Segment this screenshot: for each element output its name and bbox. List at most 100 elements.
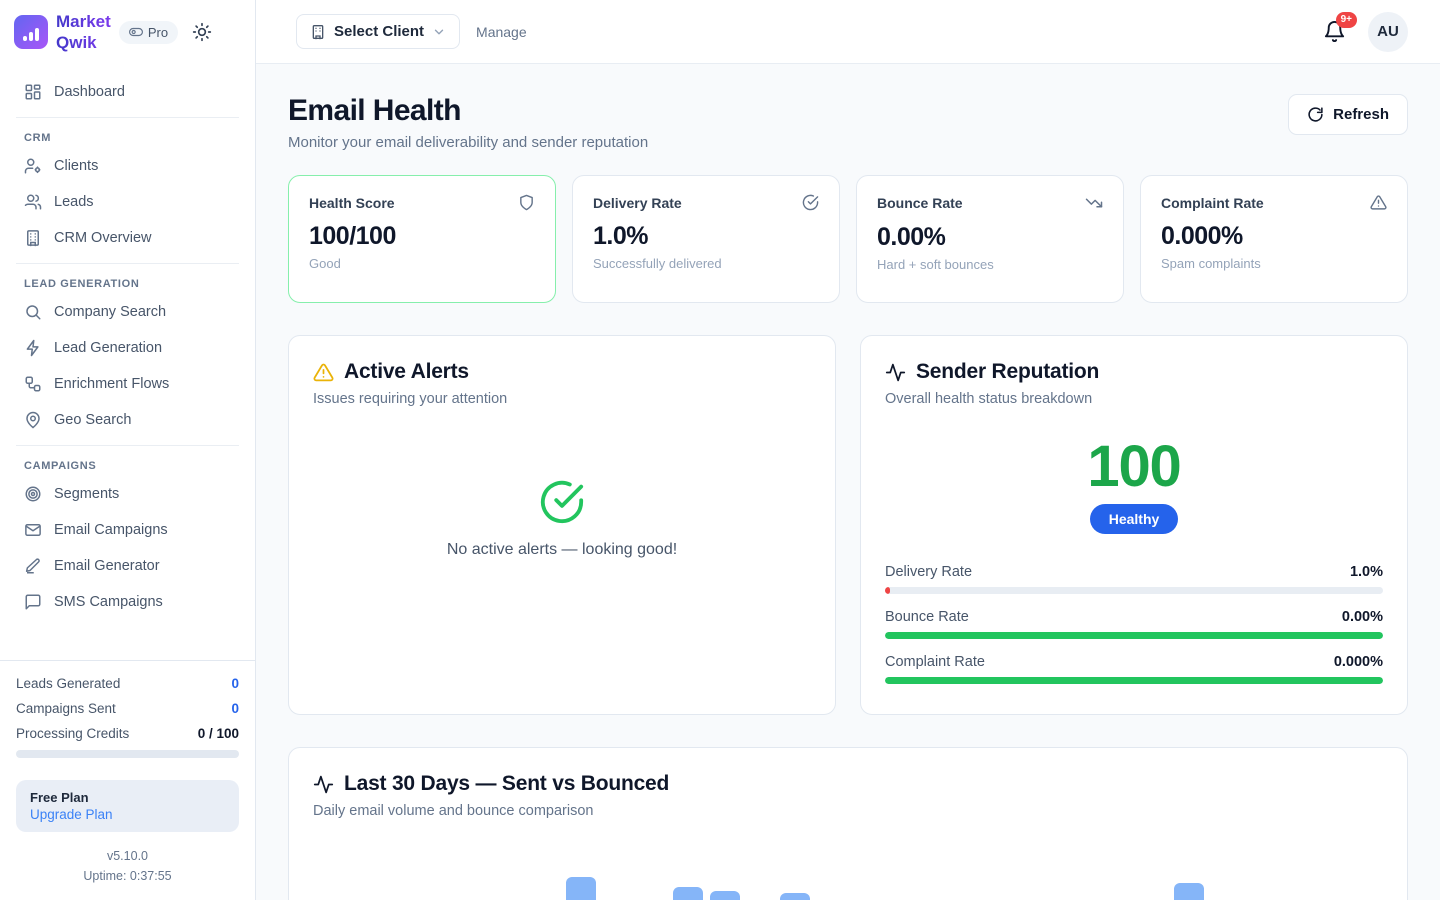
building-icon [310,24,326,40]
shield-icon [518,194,535,211]
theme-toggle-button[interactable] [192,22,212,42]
breakdown-row-bounce: Bounce Rate 0.00% [885,609,1383,639]
notifications-button[interactable]: 9+ [1323,20,1346,43]
status-badge: Healthy [1090,504,1179,534]
breakdown-row-delivery: Delivery Rate 1.0% [885,564,1383,594]
progress-fill [885,632,1383,639]
stat-label: Delivery Rate [593,195,682,211]
usage-label: Campaigns Sent [16,701,116,716]
section-label-campaigns: CAMPAIGNS [24,460,231,472]
usage-value: 0 [231,676,239,691]
divider [16,263,239,264]
app-title-line2: Qwik [56,32,111,53]
stat-card-grid: Health Score 100/100 Good Delivery Rate [288,175,1408,303]
section-label-lead-generation: LEAD GENERATION [24,278,231,290]
sidebar: Market Qwik Pro Dashboard [0,0,256,900]
main-column: Select Client Manage 9+ AU Email Health … [256,0,1440,900]
sidebar-item-company-search[interactable]: Company Search [16,294,239,330]
sidebar-nav: Dashboard CRM Clients Leads CRM O [0,64,255,660]
sidebar-item-sms-campaigns[interactable]: SMS Campaigns [16,584,239,620]
mail-icon [24,521,42,539]
refresh-button[interactable]: Refresh [1288,94,1408,135]
sidebar-usage-stats: Leads Generated 0 Campaigns Sent 0 Proce… [0,660,255,770]
panel-title: Sender Reputation [916,360,1099,384]
sun-icon [192,22,212,42]
users-icon [24,193,42,211]
usage-label: Leads Generated [16,676,120,691]
sidebar-item-label: CRM Overview [54,230,151,246]
sidebar-item-enrichment-flows[interactable]: Enrichment Flows [16,366,239,402]
zap-icon [24,339,42,357]
stat-value: 0.00% [877,223,1103,252]
plan-box: Free Plan Upgrade Plan [16,780,239,832]
target-icon [24,485,42,503]
sidebar-item-label: Geo Search [54,412,131,428]
alerts-empty-state: No active alerts — looking good! [313,479,811,559]
stat-card-health-score: Health Score 100/100 Good [288,175,556,303]
notification-count-badge: 9+ [1336,12,1357,28]
stat-sub: Successfully delivered [593,256,819,271]
warning-triangle-icon [313,362,334,383]
chart-subtitle: Daily email volume and bounce comparison [313,803,1383,819]
stat-sub: Hard + soft bounces [877,257,1103,272]
activity-icon [313,774,334,795]
sidebar-item-lead-generation[interactable]: Lead Generation [16,330,239,366]
divider [16,117,239,118]
stat-card-delivery-rate: Delivery Rate 1.0% Successfully delivere… [572,175,840,303]
select-client-dropdown[interactable]: Select Client [296,14,460,49]
sidebar-item-crm-overview[interactable]: CRM Overview [16,220,239,256]
page-header: Email Health Monitor your email delivera… [288,94,1408,151]
app-version: v5.10.0 [0,846,255,866]
empty-message: No active alerts — looking good! [447,541,677,559]
chevron-down-icon [432,25,446,39]
usage-row-processing-credits: Processing Credits 0 / 100 [16,721,239,746]
user-gear-icon [24,157,42,175]
plan-name: Free Plan [30,790,225,805]
sidebar-item-label: Clients [54,158,98,174]
pro-badge[interactable]: Pro [119,21,178,44]
circle-check-icon [802,194,819,211]
sidebar-item-email-generator[interactable]: Email Generator [16,548,239,584]
usage-value: 0 [231,701,239,716]
dashboard-icon [24,83,42,101]
logo-row: Market Qwik Pro [0,0,255,64]
sidebar-item-label: Company Search [54,304,166,320]
sidebar-item-label: Email Campaigns [54,522,168,538]
progress-track [885,632,1383,639]
map-pin-icon [24,411,42,429]
page-subtitle: Monitor your email deliverability and se… [288,134,648,151]
breakdown-label: Complaint Rate [885,654,985,670]
breakdown-row-complaint: Complaint Rate 0.000% [885,654,1383,684]
building-icon [24,229,42,247]
app-uptime: Uptime: 0:37:55 [0,866,255,886]
sidebar-item-label: SMS Campaigns [54,594,163,610]
sidebar-item-clients[interactable]: Clients [16,148,239,184]
avatar[interactable]: AU [1368,12,1408,52]
sidebar-item-dashboard[interactable]: Dashboard [16,74,239,110]
manage-link[interactable]: Manage [476,24,527,40]
divider [16,445,239,446]
refresh-label: Refresh [1333,106,1389,123]
sidebar-item-label: Leads [54,194,94,210]
stat-sub: Spam complaints [1161,256,1387,271]
sidebar-item-geo-search[interactable]: Geo Search [16,402,239,438]
app-root: Market Qwik Pro Dashboard [0,0,1440,900]
progress-track [885,677,1383,684]
stat-label: Health Score [309,195,395,211]
sidebar-item-label: Enrichment Flows [54,376,169,392]
sidebar-item-email-campaigns[interactable]: Email Campaigns [16,512,239,548]
toggle-icon [129,25,143,39]
stat-sub: Good [309,256,535,271]
progress-track [885,587,1383,594]
breakdown-value: 0.00% [1342,609,1383,625]
topbar: Select Client Manage 9+ AU [256,0,1440,64]
refresh-icon [1307,106,1324,123]
breakdown-label: Delivery Rate [885,564,972,580]
sidebar-item-segments[interactable]: Segments [16,476,239,512]
reputation-score: 100 [885,433,1383,500]
search-icon [24,303,42,321]
message-icon [24,593,42,611]
sidebar-item-leads[interactable]: Leads [16,184,239,220]
workflow-icon [24,375,42,393]
upgrade-plan-link[interactable]: Upgrade Plan [30,807,225,822]
